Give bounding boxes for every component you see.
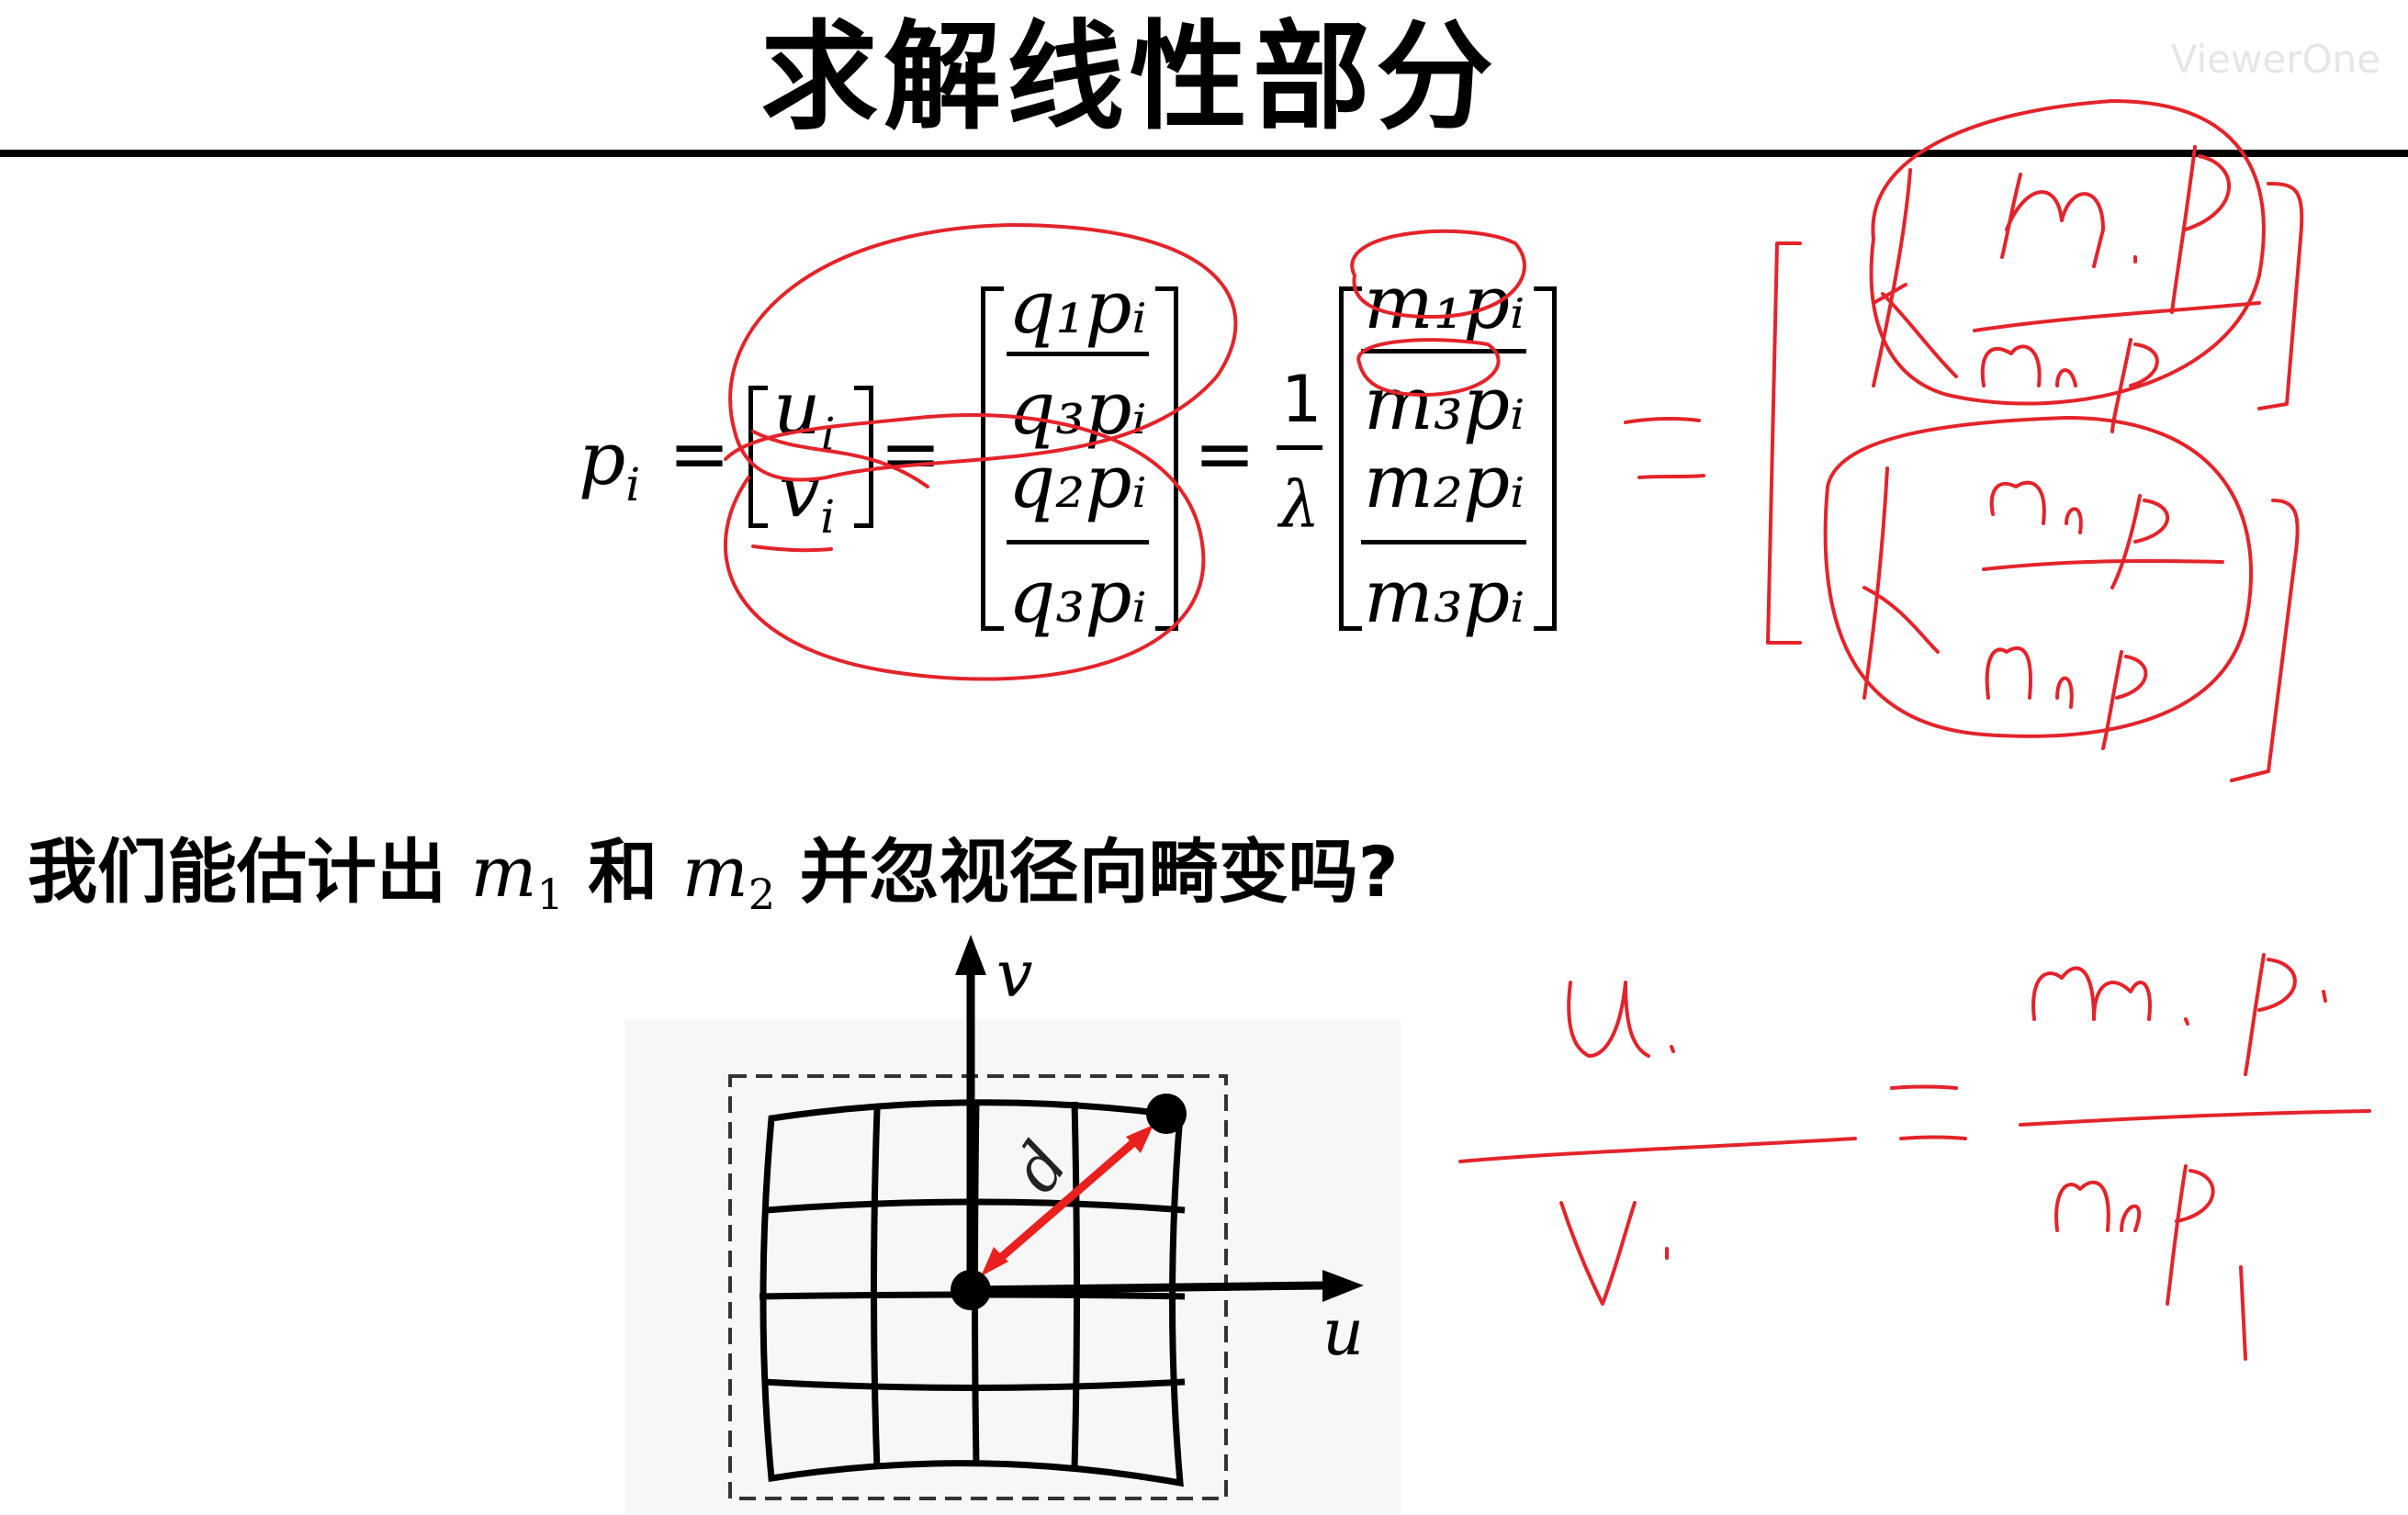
ink-m1p-top — [2000, 145, 2232, 314]
ink-ellipse-bottom — [723, 413, 1206, 681]
ink-m2p-bottom — [1989, 480, 2170, 589]
ink-ellipse-m1 — [1350, 229, 1526, 319]
ink-frac-line-bottom — [1982, 558, 2224, 571]
ink-fraction-line-right — [2019, 1109, 2371, 1127]
ink-u-lower — [1567, 981, 1675, 1058]
ink-ellipse-top-group — [1869, 99, 2266, 406]
ink-underline-v — [751, 544, 833, 553]
ink-bracket-left — [1766, 241, 1802, 645]
ink-ellipse-top — [728, 223, 1238, 482]
ink-m1p-lower — [2031, 953, 2327, 1076]
ink-fraction-line-left — [1458, 1137, 1857, 1163]
ink-equals-lower — [1890, 1084, 1967, 1140]
ink-frac-line-top — [1973, 301, 2261, 332]
ink-m2p-lower — [2054, 1164, 2247, 1361]
handwritten-annotations — [723, 99, 2371, 1361]
ink-v-lower — [1559, 1201, 1669, 1306]
ink-equals — [1624, 416, 1705, 479]
ink-bracket-right-top — [2257, 182, 2304, 410]
ink-lambda-bottom — [1862, 466, 1940, 700]
ink-ellipse-bottom-group — [1823, 416, 2253, 738]
ink-lambda-top — [1872, 168, 1958, 387]
ink-ellipse-m3 — [1356, 338, 1501, 397]
